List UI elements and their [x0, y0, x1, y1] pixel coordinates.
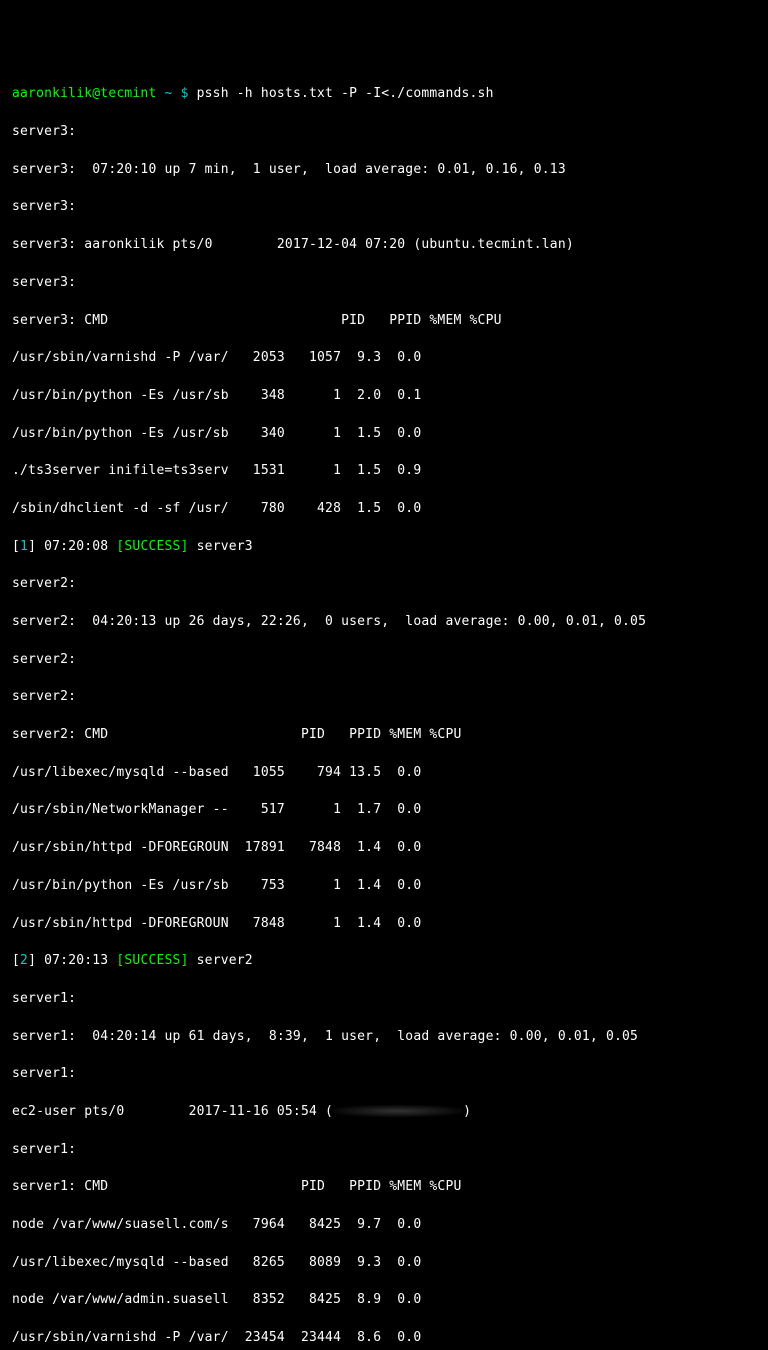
- output-line: /usr/libexec/mysqld --based 8265 8089 9.…: [12, 1254, 756, 1273]
- output-line: /usr/sbin/httpd -DFOREGROUN 7848 1 1.4 0…: [12, 915, 756, 934]
- result-status: [SUCCESS]: [116, 953, 188, 968]
- output-line: ec2-user pts/0 2017-11-16 05:54 (): [12, 1103, 756, 1122]
- result-server: server3: [189, 539, 253, 554]
- output-line: server3:: [12, 198, 756, 217]
- prompt-command: pssh -h hosts.txt -P -I<./commands.sh: [197, 86, 494, 101]
- output-line: /usr/bin/python -Es /usr/sb 753 1 1.4 0.…: [12, 877, 756, 896]
- output-line: node /var/www/suasell.com/s 7964 8425 9.…: [12, 1216, 756, 1235]
- who-right: ): [463, 1104, 471, 1119]
- output-line: server1:: [12, 990, 756, 1009]
- output-line: /usr/sbin/varnishd -P /var/ 2053 1057 9.…: [12, 349, 756, 368]
- output-line: node /var/www/admin.suasell 8352 8425 8.…: [12, 1291, 756, 1310]
- output-line: server3:: [12, 123, 756, 142]
- result-num: 2: [20, 953, 28, 968]
- output-line: server1:: [12, 1065, 756, 1084]
- output-line: server1: 04:20:14 up 61 days, 8:39, 1 us…: [12, 1028, 756, 1047]
- output-line: server2:: [12, 688, 756, 707]
- result-status: [SUCCESS]: [116, 539, 188, 554]
- output-line: /usr/sbin/httpd -DFOREGROUN 17891 7848 1…: [12, 839, 756, 858]
- result-server: server2: [189, 953, 253, 968]
- result-time: 07:20:08: [36, 539, 116, 554]
- output-line: server3: CMD PID PPID %MEM %CPU: [12, 312, 756, 331]
- output-line: /usr/bin/python -Es /usr/sb 348 1 2.0 0.…: [12, 387, 756, 406]
- output-line: /usr/sbin/varnishd -P /var/ 23454 23444 …: [12, 1329, 756, 1348]
- output-line: ./ts3server inifile=ts3serv 1531 1 1.5 0…: [12, 462, 756, 481]
- output-line: server3: aaronkilik pts/0 2017-12-04 07:…: [12, 236, 756, 255]
- output-line: server2: 04:20:13 up 26 days, 22:26, 0 u…: [12, 613, 756, 632]
- result-time: 07:20:13: [36, 953, 116, 968]
- prompt-line-1[interactable]: aaronkilik@tecmint ~ $ pssh -h hosts.txt…: [12, 85, 756, 104]
- result-num: 1: [20, 539, 28, 554]
- result-line: [2] 07:20:13 [SUCCESS] server2: [12, 952, 756, 971]
- output-line: /usr/libexec/mysqld --based 1055 794 13.…: [12, 764, 756, 783]
- output-line: server2:: [12, 575, 756, 594]
- output-line: server1: CMD PID PPID %MEM %CPU: [12, 1178, 756, 1197]
- output-line: server3:: [12, 274, 756, 293]
- output-line: server2: CMD PID PPID %MEM %CPU: [12, 726, 756, 745]
- output-line: server2:: [12, 651, 756, 670]
- result-line: [1] 07:20:08 [SUCCESS] server3: [12, 538, 756, 557]
- prompt-tilde: ~ $: [156, 86, 196, 101]
- output-line: /usr/bin/python -Es /usr/sb 340 1 1.5 0.…: [12, 425, 756, 444]
- who-left: ec2-user pts/0 2017-11-16 05:54 (: [12, 1104, 333, 1119]
- redacted-host: [333, 1105, 463, 1117]
- output-line: /usr/sbin/NetworkManager -- 517 1 1.7 0.…: [12, 801, 756, 820]
- prompt-user: aaronkilik@tecmint: [12, 86, 156, 101]
- output-line: server3: 07:20:10 up 7 min, 1 user, load…: [12, 161, 756, 180]
- output-line: /sbin/dhclient -d -sf /usr/ 780 428 1.5 …: [12, 500, 756, 519]
- output-line: server1:: [12, 1141, 756, 1160]
